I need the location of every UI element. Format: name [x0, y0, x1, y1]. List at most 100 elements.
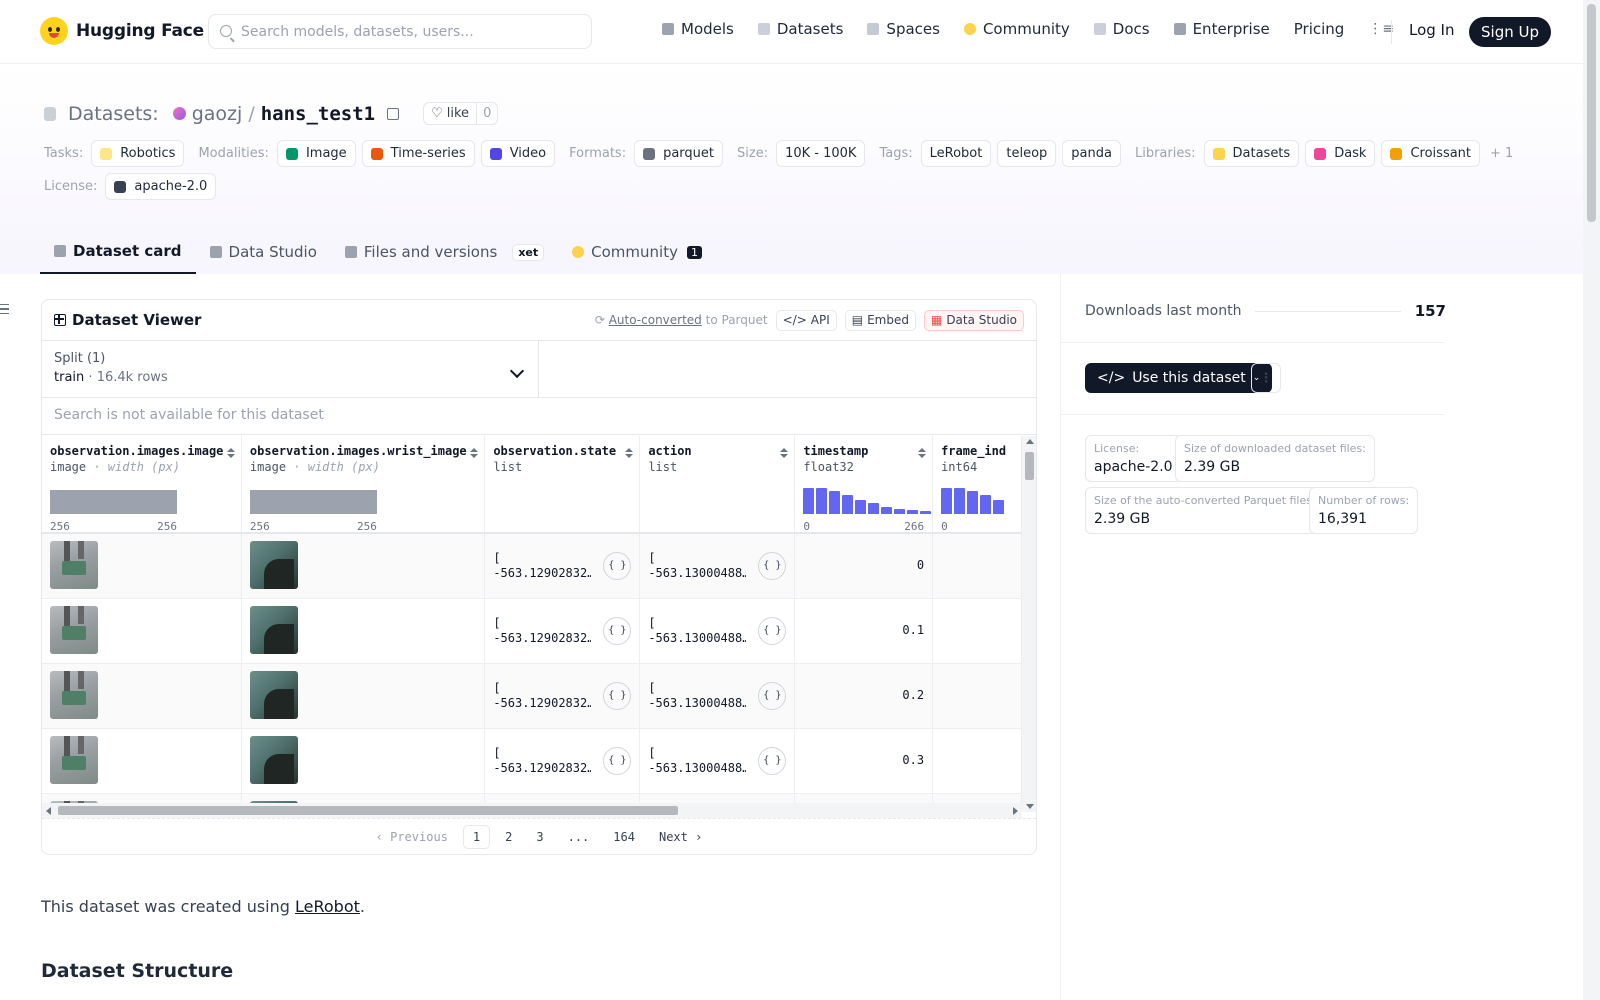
signup-button[interactable]: Sign Up	[1469, 17, 1551, 47]
page-button[interactable]: 3	[527, 826, 552, 848]
table-vertical-scrollbar[interactable]	[1022, 436, 1036, 812]
data-studio-button[interactable]: ▦ Data Studio	[923, 309, 1024, 331]
more-options-icon[interactable]: ⋮	[1251, 363, 1281, 393]
histogram-bar[interactable]	[855, 500, 867, 514]
table-row[interactable]: [ -563.12902832…{ }[ -563.13000488…{ } 0	[42, 533, 1022, 599]
histogram-bar[interactable]	[920, 511, 932, 514]
nav-datasets[interactable]: Datasets	[757, 20, 843, 38]
histogram-bar[interactable]	[816, 488, 828, 514]
histogram-bar[interactable]	[954, 488, 966, 514]
tag-license-0[interactable]: apache-2.0	[105, 173, 217, 200]
lerobot-link[interactable]: LeRobot	[295, 897, 360, 916]
histogram-bar[interactable]	[941, 488, 953, 514]
page-button[interactable]: 1	[462, 825, 491, 849]
column-header[interactable]: observation.images.wrist_image image · wi…	[241, 436, 486, 534]
auto-converted-link[interactable]: Auto-converted	[609, 313, 702, 327]
sort-icon[interactable]	[226, 448, 235, 458]
column-header[interactable]: frame_ind int64 0	[932, 436, 1022, 534]
tag-modalities-1[interactable]: Time-series	[361, 140, 475, 167]
page-button[interactable]: 164	[604, 826, 644, 848]
wrist-image-thumbnail[interactable]	[249, 605, 298, 654]
previous-page-button[interactable]: ‹ Previous	[367, 826, 457, 848]
column-header[interactable]: timestamp float32 0 266	[794, 436, 934, 534]
embed-button[interactable]: ▤ Embed	[844, 309, 916, 331]
toc-toggle-icon[interactable]	[0, 304, 9, 314]
api-button[interactable]: </> API	[775, 309, 837, 331]
action-cell: [ -563.13000488… { }	[639, 663, 796, 729]
sort-icon[interactable]	[625, 448, 634, 458]
nav-spaces[interactable]: Spaces	[867, 20, 940, 38]
histogram-bar[interactable]	[993, 500, 1005, 514]
login-link[interactable]: Log In	[1409, 21, 1455, 39]
tab-dataset-card[interactable]: Dataset card	[40, 230, 196, 274]
tag-tasks-0[interactable]: Robotics	[91, 140, 185, 167]
nav-models[interactable]: Models	[662, 20, 734, 38]
scene-image-thumbnail[interactable]	[50, 541, 98, 589]
column-header[interactable]: observation.state list	[484, 436, 641, 534]
wrist-image-thumbnail[interactable]	[249, 670, 298, 719]
expand-json-icon[interactable]: { }	[603, 681, 632, 710]
page-button[interactable]: 2	[496, 826, 521, 848]
table-row[interactable]: [ -563.12902832…{ }[ -563.13000488…{ } 0.…	[42, 663, 1022, 729]
table-horizontal-scrollbar[interactable]	[42, 803, 1022, 818]
expand-json-icon[interactable]: { }	[603, 746, 632, 775]
split-select[interactable]: Split (1) train · 16.4k rows	[42, 341, 539, 397]
tag-formats-0[interactable]: parquet	[634, 140, 724, 167]
expand-json-icon[interactable]: { }	[758, 551, 787, 580]
expand-json-icon[interactable]: { }	[758, 616, 787, 645]
sort-icon[interactable]	[470, 448, 479, 458]
nav-enterprise[interactable]: Enterprise	[1173, 20, 1270, 38]
tag-tags-2[interactable]: panda	[1062, 140, 1121, 167]
scene-image-thumbnail[interactable]	[50, 605, 98, 654]
tag-libraries-1[interactable]: Dask	[1305, 140, 1376, 167]
page-scrollbar[interactable]	[1583, 0, 1600, 1000]
sort-icon[interactable]	[918, 448, 927, 458]
column-header[interactable]: action list	[639, 436, 796, 534]
tag-group-label: Libraries:	[1134, 146, 1196, 161]
tab-files-and-versions[interactable]: Files and versions xet	[331, 230, 558, 274]
nav-pricing[interactable]: Pricing	[1294, 20, 1345, 38]
tab-community[interactable]: Community 1	[558, 230, 716, 274]
column-header[interactable]: observation.images.image image · width (p…	[42, 436, 242, 534]
scene-image-thumbnail[interactable]	[50, 735, 98, 784]
expand-json-icon[interactable]: { }	[758, 681, 787, 710]
tab-data-studio[interactable]: Data Studio	[196, 230, 331, 274]
expand-json-icon[interactable]: { }	[758, 746, 787, 775]
repo-name-link[interactable]: hans_test1	[261, 103, 375, 125]
expand-json-icon[interactable]: { }	[603, 616, 632, 645]
tag-libraries-2[interactable]: Croissant	[1381, 140, 1481, 167]
histogram-bar[interactable]	[868, 503, 880, 514]
search-input[interactable]: Search models, datasets, users...	[208, 14, 592, 49]
sort-icon[interactable]	[780, 448, 789, 458]
next-page-button[interactable]: Next ›	[650, 826, 711, 848]
histogram-bar[interactable]	[842, 495, 854, 514]
histogram-bar[interactable]	[907, 510, 919, 514]
copy-icon[interactable]	[387, 107, 400, 120]
like-button[interactable]: ♡ like 0	[423, 102, 499, 125]
histogram-bar[interactable]	[803, 488, 815, 514]
scene-image-thumbnail[interactable]	[50, 670, 98, 719]
user-avatar[interactable]	[172, 107, 186, 120]
tag-modalities-2[interactable]: Video	[480, 140, 556, 167]
wrist-image-thumbnail[interactable]	[249, 541, 298, 589]
histogram-bar[interactable]	[980, 495, 992, 514]
expand-json-icon[interactable]: { }	[603, 551, 632, 580]
table-row[interactable]: [ -563.12902832…{ }[ -563.13000488…{ } 0.…	[42, 728, 1022, 794]
logo[interactable]: Hugging Face	[40, 17, 204, 45]
tag-modalities-0[interactable]: Image	[276, 140, 356, 167]
histogram-bar[interactable]	[894, 509, 906, 514]
histogram-bar[interactable]	[829, 491, 841, 514]
histogram-bar[interactable]	[967, 491, 979, 514]
use-this-dataset-button[interactable]: </> Use this dataset ⌄	[1085, 363, 1273, 393]
wrist-image-thumbnail[interactable]	[249, 735, 298, 784]
tag-libraries-0[interactable]: Datasets	[1203, 140, 1300, 167]
repo-owner-link[interactable]: gaozj	[192, 103, 243, 125]
nav-community[interactable]: Community	[963, 20, 1070, 38]
table-row[interactable]: [ -563.12902832…{ }[ -563.13000488…{ } 0.…	[42, 598, 1022, 664]
tag-tags-0[interactable]: LeRobot	[920, 140, 992, 167]
more-libraries[interactable]: + 1	[1490, 146, 1513, 161]
histogram-bar[interactable]	[881, 507, 893, 514]
tag-size-0[interactable]: 10K - 100K	[776, 140, 866, 167]
nav-docs[interactable]: Docs	[1093, 20, 1150, 38]
tag-tags-1[interactable]: teleop	[997, 140, 1057, 167]
